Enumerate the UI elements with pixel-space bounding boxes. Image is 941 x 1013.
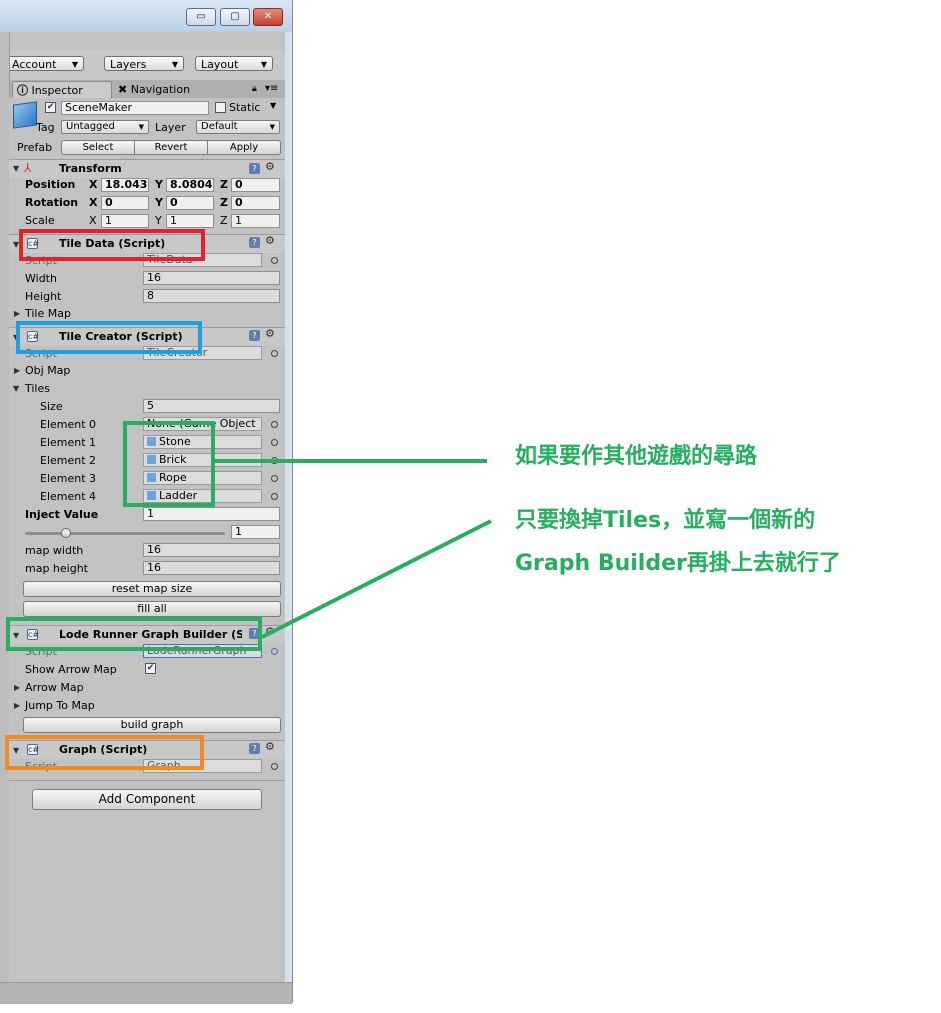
- annotation-line-1: 如果要作其他遊戲的尋路: [515, 444, 758, 469]
- annotation-line-3: Graph Builder再掛上去就行了: [515, 551, 841, 576]
- connector-line-graph-builder: [261, 519, 492, 639]
- annotation-line-2: 只要換掉Tiles，並寫一個新的: [515, 508, 816, 533]
